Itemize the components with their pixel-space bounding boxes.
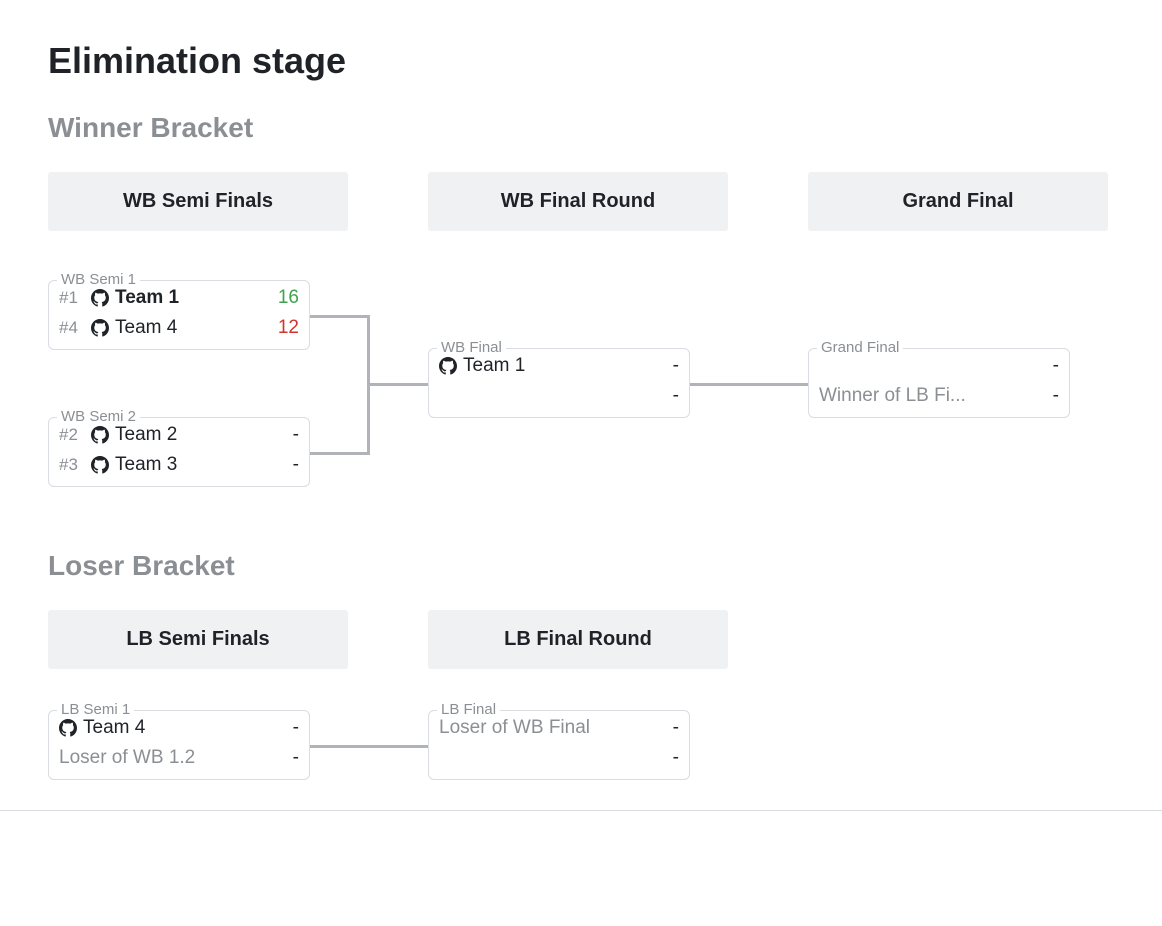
score: -	[275, 747, 299, 769]
match-wb-semi-1[interactable]: WB Semi 1 #1 Team 1 16 #4 Team 4 12	[48, 280, 310, 350]
match-title: LB Semi 1	[57, 701, 134, 718]
match-row-team-b: #3 Team 3 -	[59, 450, 299, 480]
github-icon	[91, 456, 109, 474]
score: -	[275, 717, 299, 739]
team-name: Team 1	[115, 287, 179, 309]
round-header-lb-semi: LB Semi Finals	[48, 610, 348, 669]
match-lb-semi-1[interactable]: LB Semi 1 Team 4 - Loser of WB 1.2 -	[48, 710, 310, 780]
bracket-connector	[310, 745, 428, 748]
footer-divider	[0, 810, 1162, 811]
loser-bracket: LB Semi Finals LB Final Round LB Semi 1 …	[48, 610, 1108, 780]
github-icon	[91, 319, 109, 337]
score: 16	[275, 287, 299, 309]
bracket-connector	[367, 383, 428, 386]
score: -	[655, 355, 679, 377]
round-header-wb-final: WB Final Round	[428, 172, 728, 231]
score: -	[1035, 355, 1059, 377]
match-title: WB Semi 2	[57, 408, 140, 425]
seed: #3	[59, 455, 85, 475]
match-title: WB Final	[437, 339, 506, 356]
bracket-connector	[690, 383, 808, 386]
score: -	[275, 424, 299, 446]
score: -	[655, 385, 679, 407]
bracket-connector	[310, 315, 370, 318]
match-title: WB Semi 1	[57, 271, 140, 288]
github-icon	[91, 289, 109, 307]
score: -	[275, 454, 299, 476]
score: -	[655, 717, 679, 739]
seed: #4	[59, 318, 85, 338]
team-name: Team 3	[115, 454, 177, 476]
match-row-team-b: -	[439, 743, 679, 773]
github-icon	[91, 426, 109, 444]
team-name: Team 1	[463, 355, 525, 377]
seed: #2	[59, 425, 85, 445]
round-header-wb-semi: WB Semi Finals	[48, 172, 348, 231]
match-title: Grand Final	[817, 339, 903, 356]
match-wb-final[interactable]: WB Final Team 1 - -	[428, 348, 690, 418]
team-name: Loser of WB 1.2	[59, 747, 195, 769]
github-icon	[59, 719, 77, 737]
match-row-team-b: Loser of WB 1.2 -	[59, 743, 299, 773]
match-row-team-b: #4 Team 4 12	[59, 313, 299, 343]
score: -	[655, 747, 679, 769]
match-title: LB Final	[437, 701, 500, 718]
github-icon	[439, 357, 457, 375]
score: -	[1035, 385, 1059, 407]
winner-bracket: WB Semi Finals WB Final Round Grand Fina…	[48, 172, 1108, 532]
round-header-grand-final: Grand Final	[808, 172, 1108, 231]
page-title: Elimination stage	[48, 40, 1162, 82]
round-header-lb-final: LB Final Round	[428, 610, 728, 669]
match-wb-semi-2[interactable]: WB Semi 2 #2 Team 2 - #3 Team 3 -	[48, 417, 310, 487]
team-name: Team 2	[115, 424, 177, 446]
loser-bracket-title: Loser Bracket	[48, 550, 1162, 582]
match-row-team-b: Winner of LB Fi... -	[819, 381, 1059, 411]
match-lb-final[interactable]: LB Final Loser of WB Final - -	[428, 710, 690, 780]
winner-bracket-title: Winner Bracket	[48, 112, 1162, 144]
score: 12	[275, 317, 299, 339]
team-name: Team 4	[83, 717, 145, 739]
team-name: Team 4	[115, 317, 177, 339]
team-name: Loser of WB Final	[439, 717, 590, 739]
seed: #1	[59, 288, 85, 308]
bracket-connector	[310, 452, 370, 455]
match-grand-final[interactable]: Grand Final - Winner of LB Fi... -	[808, 348, 1070, 418]
team-name: Winner of LB Fi...	[819, 385, 966, 407]
match-row-team-b: -	[439, 381, 679, 411]
